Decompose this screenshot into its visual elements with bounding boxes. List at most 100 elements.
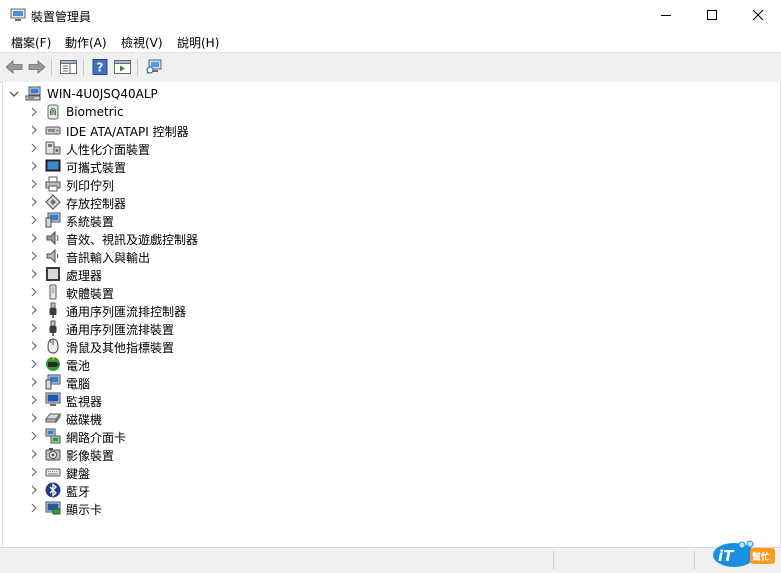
chevron-right-icon[interactable]	[29, 412, 39, 424]
scan-hardware-button[interactable]	[144, 58, 164, 76]
tree-item[interactable]: 通用序列匯流排裝置	[3, 319, 763, 337]
svg-text:?: ?	[97, 61, 104, 75]
maximize-button[interactable]	[689, 0, 735, 30]
chevron-down-icon[interactable]	[9, 88, 19, 100]
back-button[interactable]	[4, 58, 24, 76]
tree-item-label: 滑鼠及其他指標裝置	[66, 341, 175, 355]
chevron-right-icon[interactable]	[29, 178, 39, 190]
chevron-right-icon[interactable]	[29, 304, 39, 316]
tree-item-label: 音效、視訊及遊戲控制器	[66, 233, 199, 247]
chevron-right-icon[interactable]	[29, 448, 39, 460]
tree-item[interactable]: 顯示卡	[3, 499, 763, 517]
chevron-right-icon[interactable]	[29, 502, 39, 514]
device-manager-icon	[10, 8, 26, 21]
storage-controller-icon	[45, 194, 61, 210]
chevron-right-icon[interactable]	[29, 286, 39, 298]
chevron-right-icon[interactable]	[29, 232, 39, 244]
tree-item-label: 處理器	[66, 269, 103, 283]
chevron-right-icon[interactable]	[29, 376, 39, 388]
ide-controller-icon	[45, 126, 61, 135]
tree-item-label: 網路介面卡	[66, 431, 127, 445]
back-icon	[5, 60, 23, 74]
network-adapter-icon	[45, 428, 61, 444]
chevron-right-icon[interactable]	[29, 466, 39, 478]
run-icon	[113, 60, 131, 74]
tree-item[interactable]: 存放控制器	[3, 193, 763, 211]
minimize-button[interactable]	[643, 0, 689, 30]
tree-item[interactable]: 藍牙	[3, 481, 763, 499]
tree-item[interactable]: 處理器	[3, 265, 763, 283]
close-icon	[752, 9, 764, 21]
display-adapter-icon	[45, 501, 61, 515]
close-button[interactable]	[735, 0, 781, 30]
hid-icon	[45, 141, 61, 155]
tree-item[interactable]: 監視器	[3, 391, 763, 409]
chevron-right-icon[interactable]	[29, 124, 39, 136]
tree-item-label: IDE ATA/ATAPI 控制器	[66, 125, 189, 139]
svg-text:幫忙: 幫忙	[752, 551, 770, 563]
audio-io-icon	[46, 248, 59, 264]
toolbar-separator	[137, 59, 138, 76]
tree-item[interactable]: 滑鼠及其他指標裝置	[3, 337, 763, 355]
menu-file[interactable]: 檔案(F)	[11, 34, 51, 51]
chevron-right-icon[interactable]	[29, 394, 39, 406]
tree-item-label: 鍵盤	[66, 467, 91, 481]
tree-item[interactable]: 軟體裝置	[3, 283, 763, 301]
menu-bar: 檔案(F) 動作(A) 檢視(V) 說明(H)	[0, 30, 781, 52]
title-bar: 裝置管理員	[0, 0, 781, 30]
tree-item[interactable]: 電池	[3, 355, 763, 373]
tree-item[interactable]: 音訊輸入與輸出	[3, 247, 763, 265]
chevron-right-icon[interactable]	[29, 484, 39, 496]
chevron-right-icon[interactable]	[29, 106, 39, 118]
chevron-right-icon[interactable]	[29, 430, 39, 442]
tree-item[interactable]: 鍵盤	[3, 463, 763, 481]
computer-root-icon	[25, 86, 41, 101]
toolbar-separator	[51, 59, 52, 76]
tree-item[interactable]: Biometric	[3, 103, 763, 121]
chevron-right-icon[interactable]	[29, 322, 39, 334]
tree-item[interactable]: 列印佇列	[3, 175, 763, 193]
chevron-right-icon[interactable]	[29, 340, 39, 352]
device-tree[interactable]: WIN-4U0JSQ40ALP Biometric IDE ATA/ATAPI 控…	[2, 82, 781, 546]
forward-button[interactable]	[27, 58, 47, 76]
scan-hardware-icon	[145, 59, 161, 74]
chevron-right-icon[interactable]	[29, 142, 39, 154]
properties-panel-button[interactable]	[58, 58, 78, 76]
tree-item-label: 電池	[66, 359, 91, 373]
tree-item-label: 音訊輸入與輸出	[66, 251, 151, 265]
menu-action[interactable]: 動作(A)	[65, 34, 107, 51]
toolbar: ?	[0, 52, 781, 83]
run-button[interactable]	[112, 58, 132, 76]
chevron-right-icon[interactable]	[29, 160, 39, 172]
bluetooth-icon	[45, 482, 61, 498]
disk-drive-icon	[45, 412, 61, 424]
chevron-right-icon[interactable]	[29, 196, 39, 208]
status-divider	[553, 551, 554, 570]
status-divider	[694, 551, 695, 570]
tree-item[interactable]: 電腦	[3, 373, 763, 391]
tree-item[interactable]: 影像裝置	[3, 445, 763, 463]
mouse-icon	[47, 338, 59, 354]
tree-item[interactable]: 音效、視訊及遊戲控制器	[3, 229, 763, 247]
tree-item-label: 人性化介面裝置	[66, 143, 151, 157]
tree-item[interactable]: 人性化介面裝置	[3, 139, 763, 157]
chevron-right-icon[interactable]	[29, 268, 39, 280]
imaging-device-icon	[45, 448, 61, 461]
chevron-right-icon[interactable]	[29, 214, 39, 226]
tree-item[interactable]: 通用序列匯流排控制器	[3, 301, 763, 319]
help-button[interactable]: ?	[90, 58, 110, 76]
tree-item[interactable]: 可攜式裝置	[3, 157, 763, 175]
menu-view[interactable]: 檢視(V)	[121, 34, 163, 51]
chevron-right-icon[interactable]	[29, 250, 39, 262]
toolbar-separator	[83, 59, 84, 76]
tree-root[interactable]: WIN-4U0JSQ40ALP	[3, 85, 763, 103]
monitor-icon	[45, 392, 61, 406]
chevron-right-icon[interactable]	[29, 358, 39, 370]
tree-item[interactable]: 網路介面卡	[3, 427, 763, 445]
printer-icon	[45, 176, 61, 192]
menu-help[interactable]: 說明(H)	[177, 34, 219, 51]
tree-item[interactable]: 系統裝置	[3, 211, 763, 229]
tree-item-label: 系統裝置	[66, 215, 115, 229]
tree-item[interactable]: 磁碟機	[3, 409, 763, 427]
tree-item[interactable]: IDE ATA/ATAPI 控制器	[3, 121, 763, 139]
